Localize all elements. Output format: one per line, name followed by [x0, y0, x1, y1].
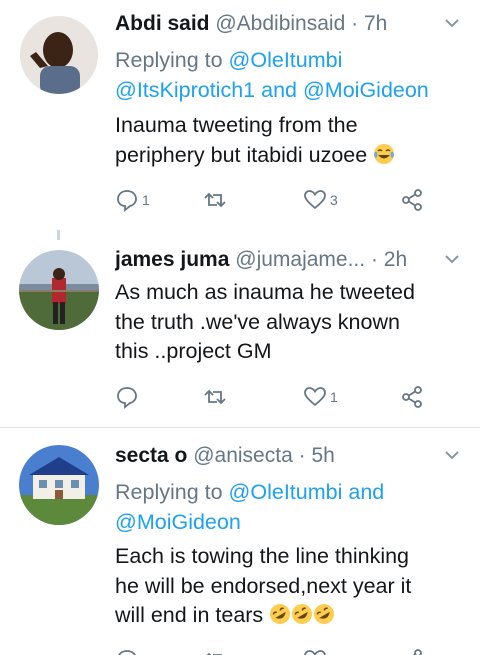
share-button[interactable] [400, 645, 424, 655]
separator-dot: · [298, 444, 306, 467]
like-button[interactable]: 1 [303, 645, 338, 655]
reply-icon [117, 190, 137, 212]
avatar[interactable] [19, 250, 99, 330]
mention-link[interactable]: @MoiGideon [303, 78, 429, 102]
tweet-header: secta o @anisecta · 5h [115, 442, 468, 470]
separator-dot: · [370, 248, 378, 271]
chevron-down-icon[interactable] [442, 13, 462, 33]
tweet-text-content: Inauma tweeting from the periphery but i… [115, 113, 368, 167]
reply-button[interactable] [115, 645, 142, 655]
share-button[interactable] [400, 185, 424, 215]
mention-link[interactable]: @MoiGideon [115, 510, 241, 534]
rolling-on-floor-laughing-icon [314, 604, 335, 624]
timestamp[interactable]: 2h [384, 248, 407, 271]
mention-link[interactable]: @ItsKiprotich1 [115, 78, 255, 102]
share-icon [402, 386, 422, 408]
like-button[interactable]: 3 [303, 185, 338, 215]
user-handle[interactable]: @anisecta [193, 444, 293, 467]
avatar[interactable] [19, 445, 99, 525]
tweet-text: Each is towing the line thinking he will… [115, 542, 468, 631]
mention-link[interactable]: @OleItumbi [229, 480, 343, 504]
replying-to-and: and [255, 78, 303, 102]
tweet-text-line: Each is towing the line thinking [115, 544, 410, 568]
user-handle[interactable]: @Abdibinsaid [215, 12, 345, 35]
tweet-text-line: As much as inauma he tweeted [115, 280, 415, 304]
display-name[interactable]: james juma [115, 248, 229, 271]
reply-count: 1 [142, 192, 150, 208]
tweet-text-line: he will be endorsed,next year it [115, 573, 412, 598]
mention-link[interactable]: @OleItumbi [229, 48, 343, 72]
like-count: 3 [330, 192, 338, 208]
timestamp[interactable]: 7h [364, 12, 387, 35]
replying-to: Replying to @OleItumbi and @MoiGideon [115, 477, 468, 537]
tweet-2[interactable]: james juma @jumajame... · 2h As much as … [0, 240, 480, 425]
tweet-header: Abdi said @Abdibinsaid · 7h [115, 10, 468, 38]
timestamp[interactable]: 5h [311, 444, 334, 467]
heart-icon [304, 387, 326, 407]
thread-connector [57, 230, 60, 240]
tweet-header: james juma @jumajame... · 2h [115, 246, 468, 274]
retweet-button[interactable] [203, 382, 230, 412]
tweet-1[interactable]: Abdi said @Abdibinsaid · 7h Replying to … [0, 0, 480, 218]
tweet-text-line: the truth .we've always known [115, 309, 400, 334]
tweet-text-line-content: will end in tears [115, 603, 270, 627]
retweet-icon [204, 389, 226, 405]
rolling-on-floor-laughing-icon [292, 604, 313, 624]
replying-to-label: Replying to [115, 480, 229, 504]
reply-icon [118, 650, 136, 655]
tweet-3[interactable]: secta o @anisecta · 5h Replying to @OleI… [0, 428, 480, 655]
display-name[interactable]: secta o [115, 444, 187, 467]
reply-icon [117, 387, 137, 409]
face-with-tears-of-joy-icon [374, 143, 395, 164]
chevron-down-icon[interactable] [442, 445, 462, 465]
like-count: 1 [330, 389, 338, 405]
retweet-icon [204, 192, 226, 208]
like-button[interactable]: 1 [303, 382, 338, 412]
replying-to-and: and [342, 480, 385, 504]
tweet-text-line: will end in tears [115, 601, 468, 631]
tweet-text: Inauma tweeting from the periphery but i… [115, 111, 405, 170]
replying-to-label: Replying to [115, 48, 229, 72]
reply-button[interactable]: 1 [115, 185, 150, 215]
tweet-text: As much as inauma he tweeted the truth .… [115, 278, 468, 367]
heart-icon [304, 190, 326, 210]
tweet-text-line: this ..project GM [115, 339, 272, 363]
retweet-button[interactable] [203, 185, 230, 215]
chevron-down-icon[interactable] [442, 249, 462, 269]
rolling-on-floor-laughing-icon [270, 604, 291, 624]
replying-to: Replying to @OleItumbi @ItsKiprotich1 an… [115, 45, 468, 105]
heart-icon [304, 650, 326, 655]
retweet-button[interactable] [203, 645, 230, 655]
display-name[interactable]: Abdi said [115, 12, 210, 35]
retweet-icon [206, 652, 222, 655]
share-button[interactable] [400, 382, 424, 412]
user-handle[interactable]: @jumajame... [235, 248, 365, 271]
separator-dot: · [351, 12, 359, 35]
reply-button[interactable] [115, 382, 142, 412]
share-icon [412, 649, 422, 655]
avatar[interactable] [20, 16, 98, 94]
share-icon [402, 189, 422, 211]
